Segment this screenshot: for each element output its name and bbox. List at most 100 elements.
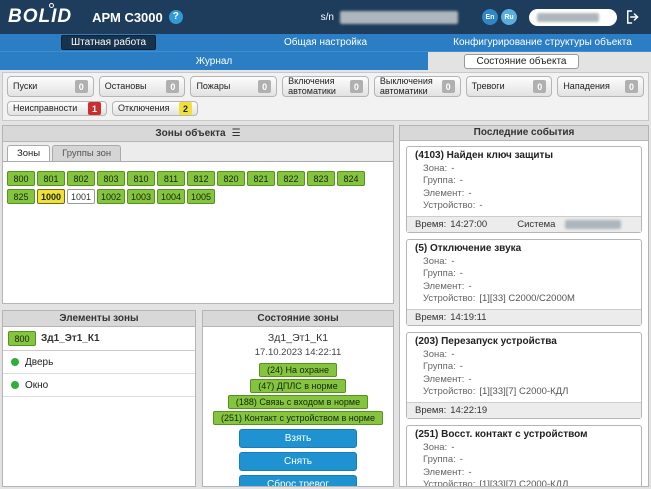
zone-grid: 800 801 802 803 810 811 812 820 821 822 … xyxy=(3,162,393,216)
zone-button[interactable]: 812 xyxy=(187,171,215,186)
event-field-value: - xyxy=(479,200,482,213)
redacted-user xyxy=(537,13,599,22)
action-button-snyat[interactable]: Снять xyxy=(239,452,357,471)
zone-button[interactable]: 1002 xyxy=(97,189,125,204)
zone-button[interactable]: 1001 xyxy=(67,189,95,204)
zone-button[interactable]: 1000 xyxy=(37,189,65,204)
lang-en-button[interactable]: En xyxy=(482,9,498,25)
counter-trevogi[interactable]: Тревоги 0 xyxy=(466,76,553,97)
events-panel-title: Последние события xyxy=(474,127,575,138)
status-pill: (24) На охране xyxy=(259,363,337,377)
event-card[interactable]: (5) Отключение звука Зона:- Группа:- Эле… xyxy=(406,239,642,326)
bolid-logo: BOLID xyxy=(8,6,72,28)
tab-gruppy-zon[interactable]: Группы зон xyxy=(52,145,121,161)
event-field-value: [1][33][7] С2000-КДЛ xyxy=(479,479,568,486)
counter-label: Пожары xyxy=(196,82,230,92)
counter-label: Включения автоматики xyxy=(288,77,350,96)
zone-button[interactable]: 811 xyxy=(157,171,185,186)
tab-zhurnal[interactable]: Журнал xyxy=(0,52,428,70)
event-field-label: Элемент: xyxy=(423,374,464,387)
zone-button[interactable]: 800 xyxy=(7,171,35,186)
counter-label: Выключения автоматики xyxy=(380,77,442,96)
event-card[interactable]: (251) Восст. контакт с устройством Зона:… xyxy=(406,425,642,486)
zone-button[interactable]: 1003 xyxy=(127,189,155,204)
counter-badge: 0 xyxy=(75,80,88,93)
redacted-serial xyxy=(340,11,458,24)
counter-ostanovy[interactable]: Остановы 0 xyxy=(99,76,186,97)
element-item-okno[interactable]: Окно xyxy=(3,374,195,397)
menu-icon[interactable]: ☰ xyxy=(232,128,241,139)
lang-ru-button[interactable]: Ru xyxy=(501,9,517,25)
tab-zhurnal-label: Журнал xyxy=(196,56,233,67)
event-field-label: Группа: xyxy=(423,454,456,467)
counter-napadeniya[interactable]: Нападения 0 xyxy=(557,76,644,97)
counter-vklyucheniya-avtomatiki[interactable]: Включения автоматики 0 xyxy=(282,76,369,97)
zone-button[interactable]: 1004 xyxy=(157,189,185,204)
counters-panel: Пуски 0 Остановы 0 Пожары 0 Включения ав… xyxy=(2,72,649,121)
counter-badge: 1 xyxy=(88,102,101,115)
zone-button[interactable]: 1005 xyxy=(187,189,215,204)
event-field-label: Группа: xyxy=(423,175,456,188)
tab-sostoyanie-obekta[interactable]: Состояние объекта xyxy=(464,54,580,69)
user-box[interactable] xyxy=(529,9,617,26)
zone-badge: 800 xyxy=(8,331,36,346)
zone-button[interactable]: 801 xyxy=(37,171,65,186)
counter-vyklyucheniya-avtomatiki[interactable]: Выключения автоматики 0 xyxy=(374,76,461,97)
event-field-value: - xyxy=(460,454,463,467)
event-title: (5) Отключение звука xyxy=(407,240,641,256)
event-field-value: [1][33] С2000/С2000М xyxy=(479,293,575,306)
bolid-logo-text: BOLID xyxy=(8,6,72,27)
event-field-value: - xyxy=(451,163,454,176)
state-panel-title: Состояние зоны xyxy=(257,313,338,324)
counter-badge: 0 xyxy=(442,80,455,93)
event-card[interactable]: (4103) Найден ключ защиты Зона:- Группа:… xyxy=(406,146,642,233)
element-status-dot xyxy=(11,358,19,366)
event-field-label: Зона: xyxy=(423,349,447,362)
event-field-label: Устройство: xyxy=(423,293,475,306)
action-button-sbros-trevog[interactable]: Сброс тревог xyxy=(239,475,357,487)
zone-button[interactable]: 823 xyxy=(307,171,335,186)
tab-shtatnaya-rabota[interactable]: Штатная работа xyxy=(61,35,156,50)
help-icon[interactable]: ? xyxy=(169,10,183,24)
zone-button[interactable]: 802 xyxy=(67,171,95,186)
tab-konfigurirovanie-struktury[interactable]: Конфигурирование структуры объекта xyxy=(443,35,642,50)
zone-button[interactable]: 825 xyxy=(7,189,35,204)
counter-puski[interactable]: Пуски 0 xyxy=(7,76,94,97)
events-panel: Последние события (4103) Найден ключ защ… xyxy=(399,125,649,487)
main-area: Зоны объекта ☰ Зоны Группы зон 800 801 8… xyxy=(2,125,649,487)
event-source: Система xyxy=(517,219,555,230)
action-button-vzyat[interactable]: Взять xyxy=(239,429,357,448)
element-item-dver[interactable]: Дверь xyxy=(3,351,195,374)
zone-button[interactable]: 822 xyxy=(277,171,305,186)
tab-zony[interactable]: Зоны xyxy=(7,145,50,161)
event-time-label: Время: xyxy=(415,219,446,230)
event-field-label: Устройство: xyxy=(423,479,475,486)
logout-icon[interactable] xyxy=(623,7,643,27)
event-card[interactable]: (203) Перезапуск устройства Зона:- Групп… xyxy=(406,332,642,419)
state-panel: Состояние зоны Зд1_Эт1_К1 17.10.2023 14:… xyxy=(202,310,394,487)
counter-pozhary[interactable]: Пожары 0 xyxy=(190,76,277,97)
event-field-label: Элемент: xyxy=(423,467,464,480)
zone-button[interactable]: 820 xyxy=(217,171,245,186)
event-field-label: Группа: xyxy=(423,361,456,374)
main-tab-bar: Штатная работа Общая настройка Конфигури… xyxy=(0,34,651,52)
elements-panel: Элементы зоны 800 Зд1_Эт1_К1 Дверь Окно xyxy=(2,310,196,487)
event-field-value: - xyxy=(460,361,463,374)
element-label: Дверь xyxy=(25,357,53,368)
events-list: (4103) Найден ключ защиты Зона:- Группа:… xyxy=(400,141,648,486)
app-header: BOLID АРМ С3000 ? s/n En Ru xyxy=(0,0,651,34)
event-field-label: Устройство: xyxy=(423,386,475,399)
sub-tab-right: Состояние объекта xyxy=(428,52,651,70)
element-status-dot xyxy=(11,381,19,389)
zone-button[interactable]: 803 xyxy=(97,171,125,186)
bottom-row: Элементы зоны 800 Зд1_Эт1_К1 Дверь Окно xyxy=(2,310,394,487)
zone-button[interactable]: 821 xyxy=(247,171,275,186)
counter-label: Остановы xyxy=(105,82,147,92)
zone-button[interactable]: 810 xyxy=(127,171,155,186)
zone-button[interactable]: 824 xyxy=(337,171,365,186)
counter-otklyucheniya[interactable]: Отключения 2 xyxy=(112,101,198,116)
event-field-value: - xyxy=(451,349,454,362)
tab-obshchaya-nastroyka[interactable]: Общая настройка xyxy=(274,35,377,50)
counter-neispravnosti[interactable]: Неисправности 1 xyxy=(7,101,107,116)
counter-badge: 2 xyxy=(179,102,192,115)
